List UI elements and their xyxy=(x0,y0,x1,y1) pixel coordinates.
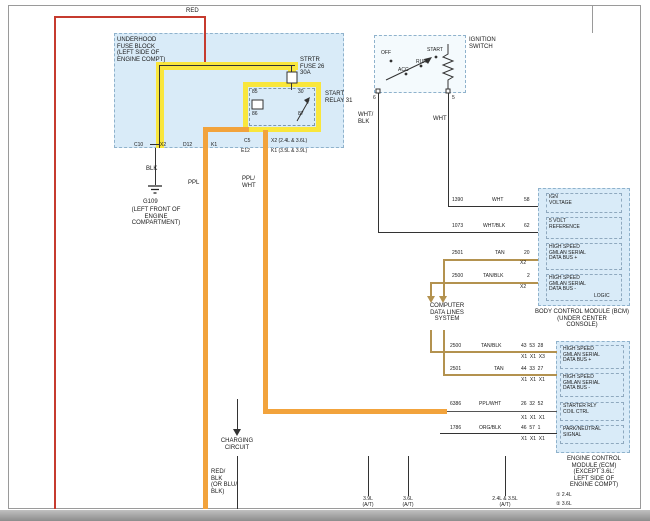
ecm-caption: ENGINE CONTROL MODULE (ECM) (EXCEPT 3.6L… xyxy=(556,456,632,489)
ecm-row-pins: 44 33 27 xyxy=(521,367,543,373)
ecm-row-circuit: 2501 xyxy=(450,367,461,373)
bcm-caption: BODY CONTROL MODULE (BCM) (UNDER CENTER … xyxy=(533,309,631,329)
variant-label-36l: 3.6L (A/T) xyxy=(394,497,422,508)
ecm-row-conns: X1 X1 X3 xyxy=(521,355,545,361)
whtblk-wire-label: WHT/ BLK xyxy=(358,112,373,125)
connector-c10-cavity: X2 xyxy=(160,143,166,149)
ignition-pin-5: 5 xyxy=(452,96,455,102)
ground-symbol xyxy=(148,186,162,193)
charging-circuit-label: CHARGING CIRCUIT xyxy=(215,438,259,451)
fuse-symbol xyxy=(287,72,297,83)
ecm-row-pins: 26 32 52 xyxy=(521,402,543,408)
bcm-row-pin: 58 xyxy=(524,198,530,204)
redblk-wire-label: RED/ BLK (OR BLU/ BLK) xyxy=(211,469,237,495)
legend-entry: ① 2.4L xyxy=(556,493,572,499)
ecm-row-conns: X1 X1 X1 xyxy=(521,437,545,443)
ecm-row-circuit: 6386 xyxy=(450,402,461,408)
resistor-zigzag-icon xyxy=(443,44,453,93)
ignition-pin-6: 6 xyxy=(373,96,376,102)
ecm-row-color: TAN xyxy=(494,367,504,373)
connector-e12: E12 xyxy=(241,149,250,155)
ignition-off: OFF xyxy=(381,51,391,57)
wht-wire-label: WHT xyxy=(433,116,447,123)
ignition-title: IGNITION SWITCH xyxy=(469,37,496,50)
ecm-row-pins: 43 53 28 xyxy=(521,344,543,350)
ecm-row-circuit: 2500 xyxy=(450,344,461,350)
bcm-row-circuit: 2501 xyxy=(452,251,463,257)
relay-label: START RELAY 31 xyxy=(325,91,352,104)
ecm-row-conns: X1 X1 X1 xyxy=(521,378,545,384)
bcm-row-circuit: 1390 xyxy=(452,198,463,204)
relay-coil-symbol xyxy=(252,100,263,109)
relay-pin-30: 30 xyxy=(298,90,304,96)
ecm-row-color: ORG/BLK xyxy=(479,426,501,432)
legend-entry: ② 3.6L xyxy=(556,502,572,508)
bcm-row-color: TAN xyxy=(495,251,505,257)
bcm-row-pin: 20 xyxy=(524,251,530,257)
bcm-row-pin: 2 xyxy=(527,274,530,280)
relay-pin-86: 86 xyxy=(252,112,258,118)
connector-d12: D12 xyxy=(183,143,192,149)
ignition-run: RUN xyxy=(416,60,427,66)
relay-pin-85: 85 xyxy=(252,90,258,96)
bcm-row-circuit: 2500 xyxy=(452,274,463,280)
bcm-row-color: WHT xyxy=(492,198,503,204)
variant-label-39l: 3.9L (A/T) xyxy=(354,497,382,508)
bcm-row-conn: X2 xyxy=(520,261,526,267)
bcm-row-pin: 62 xyxy=(524,224,530,230)
variant-label-24l-35l: 2.4L & 3.5L (A/T) xyxy=(477,497,533,508)
blk-wire-label: BLK xyxy=(146,166,157,173)
ecm-row-conns: X1 X1 X1 xyxy=(521,416,545,422)
ecm-row-pins: 46 57 1 xyxy=(521,426,540,432)
data-bus-arrow-icons xyxy=(427,296,447,303)
ignition-start: START xyxy=(427,48,443,54)
fuse-label: STRTR FUSE 26 30A xyxy=(300,57,324,77)
ecm-row-color: TAN/BLK xyxy=(481,344,501,350)
connector-e12-cavity: K1 (3.5L & 3.9L) xyxy=(271,149,307,155)
connector-c10: C10 xyxy=(134,143,143,149)
bcm-row-conn: X2 xyxy=(520,285,526,291)
bcm-row-color: TAN/BLK xyxy=(483,274,503,280)
bcm-row-circuit: 1073 xyxy=(452,224,463,230)
relay-pin-87: 87 xyxy=(298,112,304,118)
ignition-acc: ACC xyxy=(398,68,409,74)
connector-d12-cavity: K1 xyxy=(211,143,217,149)
charging-arrow-icon xyxy=(233,429,241,436)
wiring-diagram-page: IGN VOLTAGE 5 VOLT REFERENCE HIGH SPEED … xyxy=(0,0,650,521)
ecm-row-circuit: 1786 xyxy=(450,426,461,432)
computer-data-lines-label: COMPUTER DATA LINES SYSTEM xyxy=(420,303,474,323)
red-wire-label: RED xyxy=(186,8,199,15)
bcm-logic-label: LOGIC xyxy=(594,294,610,300)
fuse-block-title: UNDERHOOD FUSE BLOCK (LEFT SIDE OF ENGIN… xyxy=(117,37,165,63)
connector-c5: C5 xyxy=(244,139,250,145)
pplwht-wire-label: PPL/ WHT xyxy=(242,176,256,189)
ecm-row-color: PPL/WHT xyxy=(479,402,501,408)
symbol-layer xyxy=(0,0,650,521)
bottom-window-bar xyxy=(0,510,650,521)
bcm-row-color: WHT/BLK xyxy=(483,224,505,230)
ground-id: G109 xyxy=(143,199,158,206)
ground-location: (LEFT FRONT OF ENGINE COMPARTMENT) xyxy=(127,207,185,227)
connector-c5-cavity: X2 (2.4L & 3.6L) xyxy=(271,139,307,145)
ppl-wire-label: PPL xyxy=(188,180,199,187)
